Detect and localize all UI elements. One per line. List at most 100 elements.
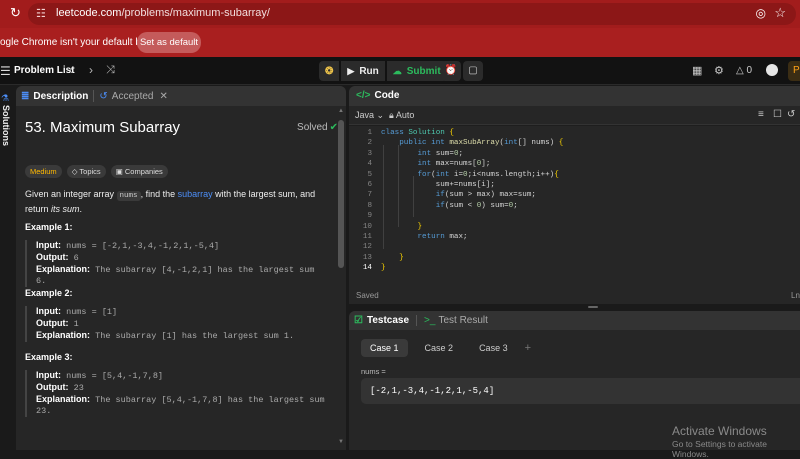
activate-windows-watermark: Activate Windows	[672, 424, 767, 438]
testcase-tabs: ☑ Testcase >_ Test Result	[349, 311, 800, 330]
tab-testcase[interactable]: ☑ Testcase	[354, 315, 409, 326]
example-3-block: Input: nums = [5,4,-1,7,8] Output: 23 Ex…	[25, 370, 327, 417]
panel-resize-handle[interactable]	[588, 306, 598, 308]
format-icon[interactable]: ≡	[758, 109, 764, 120]
lock-icon: ▣	[115, 167, 123, 176]
submit-button[interactable]: ☁ Submit	[386, 61, 447, 81]
prev-problem-icon[interactable]: ‹	[69, 63, 73, 77]
description-scrollbar[interactable]: ▲ ▼	[338, 106, 344, 450]
case-1-tab[interactable]: Case 1	[361, 339, 408, 357]
terminal-icon: >_	[424, 315, 436, 326]
bookmark-icon[interactable]: ☐	[773, 109, 782, 120]
streak-counter[interactable]: △ 0	[736, 65, 752, 76]
scroll-up-icon[interactable]: ▲	[338, 108, 344, 114]
tab-accepted[interactable]: ↺ Accepted ✕	[94, 86, 172, 106]
scroll-down-icon[interactable]: ▼	[338, 439, 344, 445]
companies-tag[interactable]: ▣ Companies	[110, 165, 168, 178]
line-number: 5	[367, 170, 372, 179]
code-line: }	[399, 253, 404, 262]
case-2-tab[interactable]: Case 2	[416, 339, 463, 357]
example-1-block: Input: nums = [-2,1,-3,4,-1,2,1,-5,4] Ou…	[25, 240, 327, 287]
document-icon: ≣	[21, 90, 30, 102]
param-label: nums =	[361, 367, 386, 376]
code-panel-header: </> Code	[349, 86, 800, 106]
debug-button[interactable]: ❂	[319, 61, 340, 81]
tag-icon: ◇	[71, 167, 78, 176]
avatar[interactable]	[766, 64, 778, 76]
editor-toolbar: Java ⌄ 🔒︎ Auto ≡ ☐ ↺	[349, 106, 800, 125]
problem-tags: Medium ◇ Topics ▣ Companies	[25, 165, 168, 178]
line-number: 14	[362, 264, 372, 273]
example-2-title: Example 2:	[25, 288, 73, 298]
default-browser-infobar: ogle Chrome isn't your default browser S…	[0, 28, 800, 57]
reset-icon[interactable]: ↺	[787, 109, 795, 120]
problem-list-link[interactable]: Problem List	[14, 65, 75, 76]
line-number: 4	[367, 160, 372, 169]
timer-button[interactable]: ⏰	[441, 61, 461, 81]
problem-title[interactable]: 53. Maximum Subarray	[25, 119, 180, 136]
tab-divider	[416, 315, 418, 326]
tab-description[interactable]: ≣ Description	[16, 86, 93, 106]
add-case-icon[interactable]: +	[525, 342, 531, 354]
code-line: int sum=0;	[417, 149, 464, 158]
bookmark-star-icon[interactable]: ☆	[774, 5, 786, 21]
run-submit-group: ❂ ▶ Run ☁ Submit	[319, 61, 447, 81]
line-number: 11	[362, 233, 372, 241]
code-line: return max;	[417, 233, 468, 241]
description-panel: ≣ Description ↺ Accepted ✕ 53. Maximum Suba…	[16, 86, 346, 450]
autosave-indicator[interactable]: 🔒︎ Auto	[389, 110, 414, 121]
note-icon: ▢	[468, 65, 478, 76]
run-button[interactable]: ▶ Run	[341, 61, 385, 81]
set-as-default-button[interactable]: Set as default	[137, 32, 201, 53]
shuffle-icon[interactable]: ⤨	[106, 64, 115, 77]
code-line: class Solution {	[381, 129, 454, 137]
description-body: 53. Maximum Subarray Solved ✔ Medium ◇ To…	[16, 106, 338, 450]
site-settings-icon[interactable]: ☷	[36, 7, 46, 20]
line-number: 6	[367, 181, 372, 189]
bug-icon: ❂	[325, 65, 334, 77]
chevron-down-icon: ⌄	[376, 110, 385, 120]
language-select[interactable]: Java ⌄	[355, 110, 384, 121]
code-line: for(int i=0;i<nums.length;i++){	[417, 170, 559, 179]
url-text: leetcode.com/problems/maximum-subarray/	[56, 7, 270, 19]
next-problem-icon[interactable]: ›	[89, 63, 93, 77]
line-number: 3	[367, 149, 372, 158]
save-status: Saved	[356, 291, 379, 300]
code-editor[interactable]: 1 class Solution { 2 public int maxSubAr…	[349, 126, 800, 286]
cursor-position: Ln	[791, 291, 800, 300]
play-icon: ▶	[347, 65, 355, 76]
reload-icon[interactable]: ↻	[10, 6, 24, 20]
alarm-icon: ⏰	[444, 65, 458, 76]
code-line: if(sum < 0) sum=0;	[435, 201, 518, 210]
line-number: 13	[362, 253, 372, 262]
editor-status-bar: Saved Ln	[349, 286, 800, 304]
problem-description: Given an integer array nums, find the su…	[25, 189, 316, 214]
notes-button[interactable]: ▢	[463, 61, 483, 81]
tab-test-result[interactable]: >_ Test Result	[424, 315, 488, 326]
premium-button[interactable]: P	[788, 61, 800, 81]
param-input[interactable]: [-2,1,-3,4,-1,2,1,-5,4]	[361, 378, 800, 404]
code-line: public int maxSubArray(int[] nums) {	[399, 139, 564, 148]
problem-list-icon[interactable]: ☰	[0, 64, 11, 78]
code-line: }	[417, 222, 423, 231]
inline-code: nums	[116, 191, 141, 201]
difficulty-badge[interactable]: Medium	[25, 165, 62, 178]
line-number: 1	[367, 129, 372, 137]
history-icon: ↺	[99, 90, 108, 102]
subarray-link[interactable]: subarray	[178, 189, 213, 199]
flame-icon: △	[736, 65, 744, 76]
line-number: 10	[362, 222, 372, 231]
tracking-eye-icon[interactable]: ◎	[756, 6, 766, 20]
left-sidebar: ⚗ Solutions	[0, 85, 13, 450]
gear-icon[interactable]: ⚙	[714, 64, 724, 77]
cloud-upload-icon: ☁	[392, 65, 402, 76]
lock-icon: 🔒︎	[389, 110, 394, 120]
layout-grid-icon[interactable]: ▦	[692, 64, 702, 77]
line-number: 2	[367, 139, 372, 148]
close-icon[interactable]: ✕	[160, 91, 168, 102]
solutions-tab[interactable]: Solutions	[1, 105, 11, 146]
scrollbar-thumb[interactable]	[338, 120, 344, 268]
topics-tag[interactable]: ◇ Topics	[66, 165, 106, 178]
case-3-tab[interactable]: Case 3	[470, 339, 517, 357]
address-bar[interactable]: ☷ leetcode.com/problems/maximum-subarray…	[28, 3, 796, 25]
